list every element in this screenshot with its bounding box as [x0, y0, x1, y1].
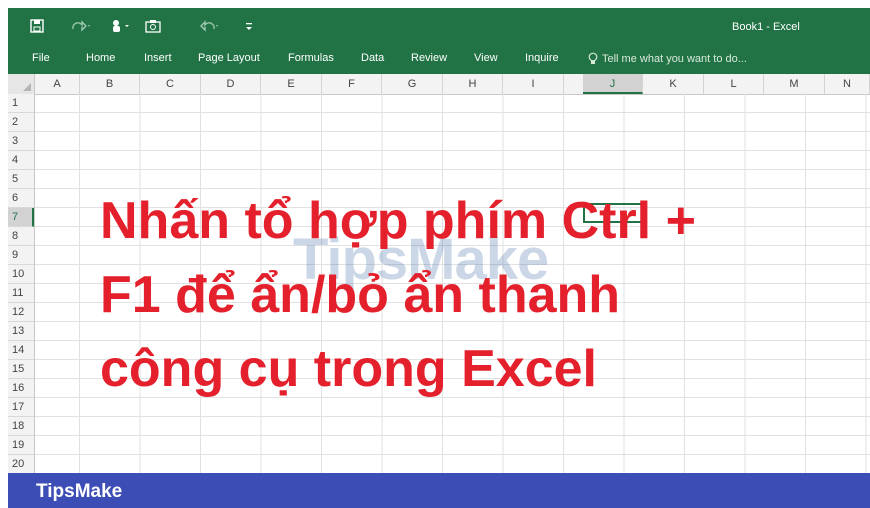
- ribbon-tabs: File Home Insert Page Layout Formulas Da…: [8, 44, 870, 74]
- excel-window: Book1 - Excel File Home Insert Page Layo…: [8, 8, 870, 508]
- brand-bar: TipsMake: [8, 473, 870, 508]
- tell-me-text: Tell me what you want to do...: [602, 52, 747, 65]
- row-header[interactable]: 16: [8, 379, 34, 398]
- caption-line-1: Nhấn tổ hợp phím Ctrl +: [100, 192, 696, 250]
- caption-line-3: công cụ trong Excel: [100, 340, 597, 398]
- row-header[interactable]: 2: [8, 113, 34, 132]
- column-header-k[interactable]: K: [643, 74, 704, 94]
- overlay-caption: Nhấn tổ hợp phím Ctrl + F1 để ẩn/bỏ ẩn t…: [100, 184, 820, 406]
- column-header-a[interactable]: A: [35, 74, 80, 94]
- column-header-c[interactable]: C: [140, 74, 201, 94]
- caption-line-2: F1 để ẩn/bỏ ẩn thanh: [100, 266, 621, 324]
- tab-view[interactable]: View: [474, 52, 498, 64]
- row-header[interactable]: 6: [8, 189, 34, 208]
- select-all-button[interactable]: [8, 74, 35, 94]
- title-bar: Book1 - Excel: [8, 8, 870, 44]
- tell-me-box[interactable]: Tell me what you want to do...: [588, 52, 747, 65]
- customize-icon[interactable]: [244, 17, 254, 35]
- row-header[interactable]: 18: [8, 417, 34, 436]
- tab-inquire[interactable]: Inquire: [525, 52, 559, 64]
- column-header-f[interactable]: F: [322, 74, 382, 94]
- row-header[interactable]: 17: [8, 398, 34, 417]
- column-headers: A B C D E F G H I J K L M N: [8, 74, 870, 95]
- row-header[interactable]: 20: [8, 455, 34, 474]
- column-header-j[interactable]: J: [583, 74, 643, 94]
- row-header[interactable]: 3: [8, 132, 34, 151]
- column-header-h[interactable]: H: [443, 74, 503, 94]
- column-header-m[interactable]: M: [764, 74, 825, 94]
- redo-icon[interactable]: [70, 17, 92, 35]
- row-header[interactable]: 10: [8, 265, 34, 284]
- tab-insert[interactable]: Insert: [144, 52, 172, 64]
- row-header[interactable]: 19: [8, 436, 34, 455]
- brand-logo-text: TipsMake: [36, 481, 123, 502]
- row-headers: 1 2 3 4 5 6 7 8 9 10 11 12 13 14 15 16 1…: [8, 94, 35, 474]
- tab-file[interactable]: File: [32, 52, 50, 64]
- tab-page-layout[interactable]: Page Layout: [198, 52, 260, 64]
- row-header[interactable]: 13: [8, 322, 34, 341]
- column-header-e[interactable]: E: [261, 74, 322, 94]
- column-header-b[interactable]: B: [80, 74, 140, 94]
- touch-mode-icon[interactable]: [110, 17, 132, 35]
- row-header[interactable]: 14: [8, 341, 34, 360]
- tab-home[interactable]: Home: [86, 52, 115, 64]
- tab-data[interactable]: Data: [361, 52, 384, 64]
- row-header[interactable]: 11: [8, 284, 34, 303]
- row-header[interactable]: 8: [8, 227, 34, 246]
- window-title: Book1 - Excel: [732, 21, 800, 33]
- row-header[interactable]: 4: [8, 151, 34, 170]
- undo-icon[interactable]: [198, 17, 222, 35]
- tab-review[interactable]: Review: [411, 52, 447, 64]
- column-header-d[interactable]: D: [201, 74, 261, 94]
- column-header-l[interactable]: L: [704, 74, 764, 94]
- row-header-selected[interactable]: 7: [8, 208, 34, 227]
- tab-formulas[interactable]: Formulas: [288, 52, 334, 64]
- lightbulb-icon: [588, 52, 598, 64]
- column-header-n[interactable]: N: [825, 74, 870, 94]
- row-header[interactable]: 5: [8, 170, 34, 189]
- row-header[interactable]: 1: [8, 94, 34, 113]
- save-icon[interactable]: [30, 17, 44, 35]
- row-header[interactable]: 15: [8, 360, 34, 379]
- column-header-i[interactable]: I: [503, 74, 564, 94]
- column-header-g[interactable]: G: [382, 74, 443, 94]
- camera-icon[interactable]: [145, 17, 161, 35]
- row-header[interactable]: 12: [8, 303, 34, 322]
- row-header[interactable]: 9: [8, 246, 34, 265]
